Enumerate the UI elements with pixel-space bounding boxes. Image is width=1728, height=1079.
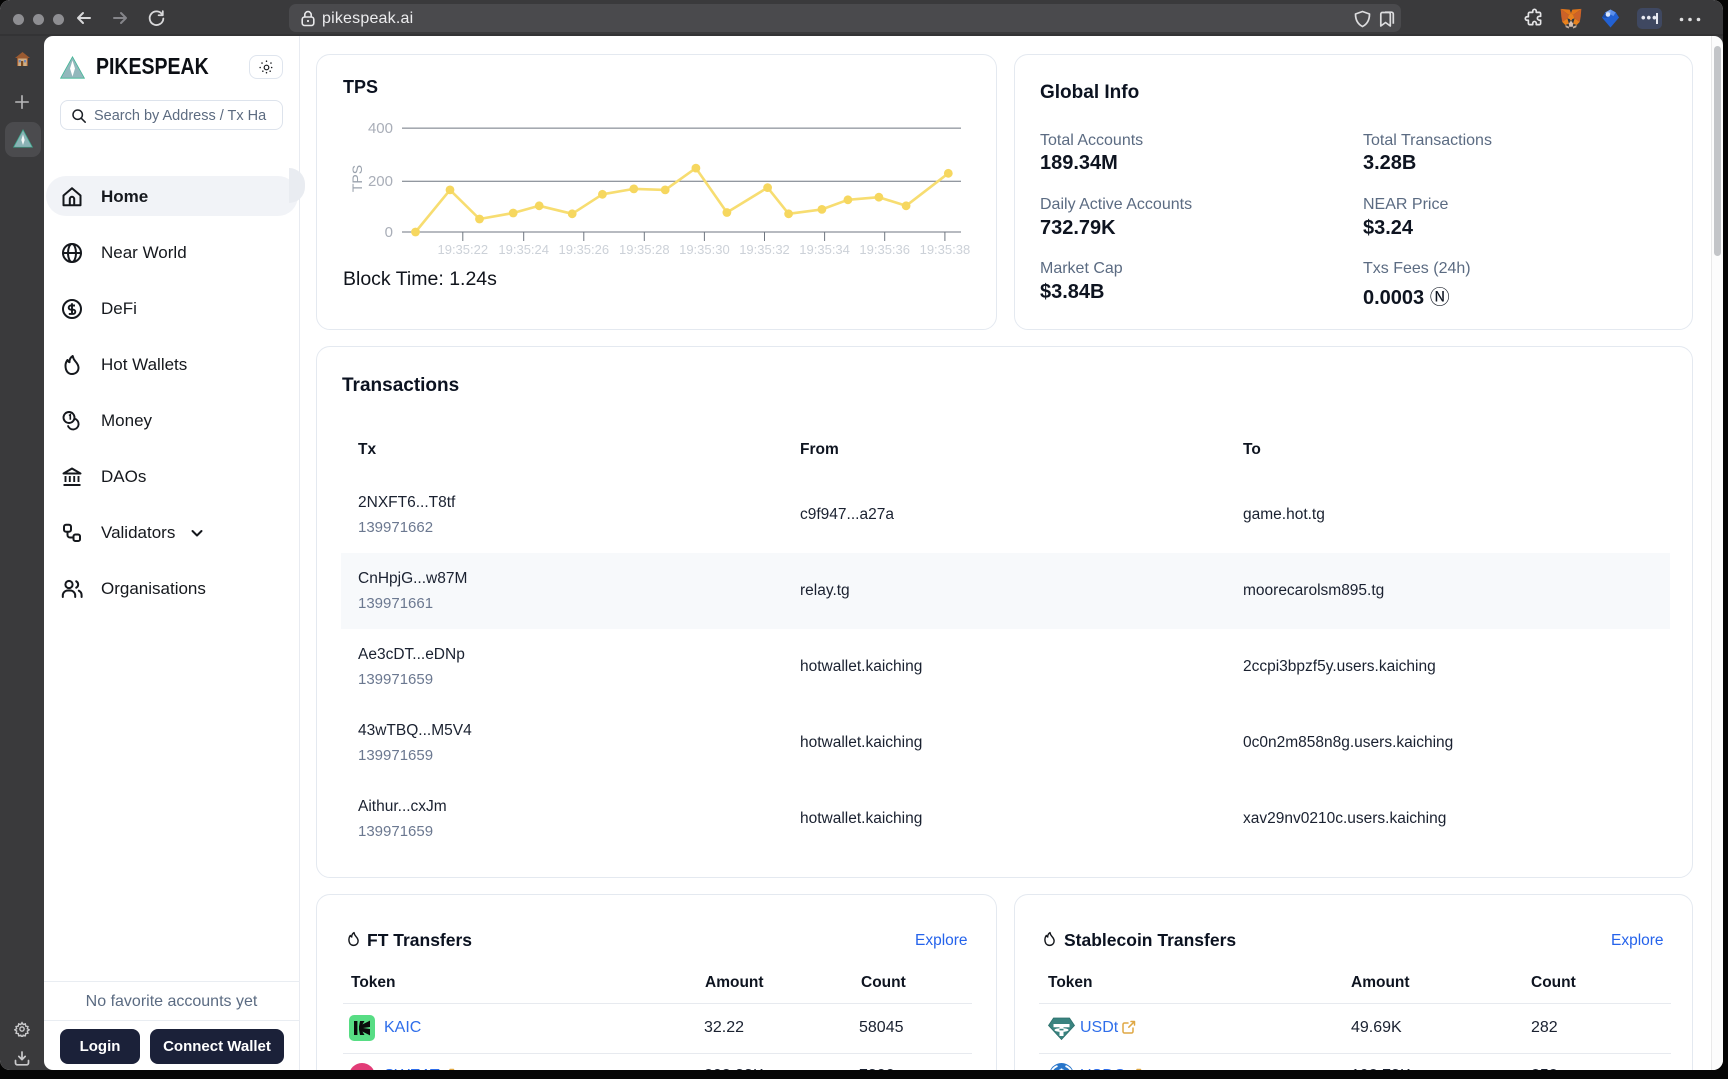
- svg-text:19:35:38: 19:35:38: [920, 242, 971, 257]
- svg-text:200: 200: [368, 173, 393, 190]
- svg-text:0: 0: [385, 224, 393, 241]
- svg-text:19:35:24: 19:35:24: [498, 242, 549, 257]
- svg-text:19:35:36: 19:35:36: [859, 242, 910, 257]
- svg-text:400: 400: [368, 120, 393, 137]
- svg-text:TPS: TPS: [349, 165, 365, 192]
- svg-text:19:35:28: 19:35:28: [619, 242, 670, 257]
- svg-text:19:35:22: 19:35:22: [437, 242, 488, 257]
- svg-text:19:35:34: 19:35:34: [799, 242, 850, 257]
- svg-text:19:35:32: 19:35:32: [739, 242, 790, 257]
- svg-text:19:35:30: 19:35:30: [679, 242, 730, 257]
- svg-text:19:35:26: 19:35:26: [558, 242, 609, 257]
